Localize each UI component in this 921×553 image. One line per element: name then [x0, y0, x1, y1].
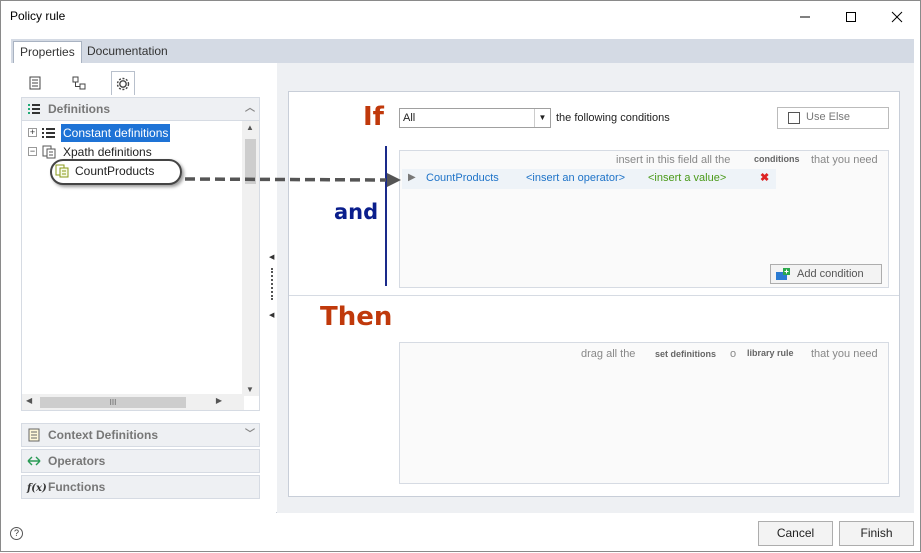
condition-value[interactable]: <insert a value> [648, 172, 726, 184]
close-button[interactable] [874, 1, 920, 32]
close-icon [891, 11, 903, 22]
scroll-thumb[interactable] [245, 139, 256, 184]
dialog-footer: ? Cancel Finish [1, 515, 920, 551]
collapse-tree-icon[interactable]: − [28, 147, 37, 156]
tree-label-constant: Constant definitions [61, 124, 171, 142]
scroll-left-icon[interactable]: ◀ [26, 396, 32, 405]
operators-header[interactable]: Operators [21, 449, 260, 473]
list-icon [28, 104, 40, 114]
highlight-ellipse [50, 159, 182, 185]
and-divider [385, 146, 387, 286]
scroll-grip: III [109, 398, 117, 407]
following-conditions-text: the following conditions [556, 112, 670, 124]
tree-horizontal-scrollbar[interactable]: ◀ III ▶ [22, 394, 244, 410]
document-view-button[interactable] [23, 71, 47, 95]
function-icon: f(x) [27, 483, 47, 494]
use-else-label: Use Else [806, 111, 851, 123]
match-select-value: All [403, 112, 416, 124]
title-bar: Policy rule [1, 1, 920, 33]
expand-section-icon[interactable]: ﹀ [245, 424, 255, 446]
maximize-icon [846, 11, 856, 22]
hscroll-thumb[interactable]: III [40, 397, 186, 408]
tab-properties[interactable]: Properties [13, 41, 82, 63]
definitions-panel: Definitions ︿ + Constant definitions − X… [11, 63, 273, 513]
condition-row[interactable]: ▶ CountProducts <insert an operator> <in… [402, 169, 776, 189]
then-hint-bold1: set definitions [655, 349, 717, 359]
rule-editor-panel: If All ▼ the following conditions Use El… [277, 63, 914, 513]
minimize-icon [800, 16, 810, 17]
collapse-icon[interactable]: ︿ [245, 98, 255, 120]
xpath-icon [42, 145, 56, 159]
window-title: Policy rule [10, 9, 66, 23]
context-icon [28, 428, 40, 442]
then-hint-mid: o [730, 348, 737, 360]
scroll-down-icon[interactable]: ▼ [246, 385, 254, 394]
tree-vertical-scrollbar[interactable]: ▲ ▼ [242, 121, 259, 396]
scroll-up-icon[interactable]: ▲ [246, 123, 254, 132]
context-title: Context Definitions [48, 428, 158, 442]
scroll-right-icon[interactable]: ▶ [216, 396, 222, 405]
functions-title: Functions [48, 480, 106, 494]
hierarchy-icon [72, 76, 86, 90]
help-icon[interactable]: ? [10, 527, 23, 540]
structure-view-button[interactable] [67, 71, 91, 95]
delete-condition-icon[interactable]: ✖ [760, 171, 769, 184]
operators-icon [27, 456, 41, 466]
definitions-tree: + Constant definitions − Xpath definitio… [21, 121, 260, 411]
then-keyword: Then [320, 302, 393, 332]
add-condition-icon [776, 268, 790, 280]
policy-rule-dialog: Policy rule Properties Documentation Def… [0, 0, 921, 552]
collapse-left-icon-2[interactable]: ◀ [269, 311, 274, 319]
dropdown-arrow-icon[interactable]: ▼ [534, 109, 550, 127]
actions-box[interactable]: drag all the set definitions o library r… [399, 342, 889, 484]
if-keyword: If [363, 102, 384, 132]
finish-label: Finish [860, 526, 893, 540]
list-icon [42, 128, 55, 138]
conditions-hint-post: that you need [811, 154, 878, 166]
condition-field[interactable]: CountProducts [426, 172, 499, 184]
conditions-box[interactable]: insert in this field all the conditions … [399, 150, 889, 288]
row-handle-icon[interactable]: ▶ [408, 172, 416, 183]
document-icon [29, 76, 41, 90]
use-else-checkbox[interactable]: Use Else [777, 107, 889, 129]
definitions-header[interactable]: Definitions ︿ [21, 97, 260, 121]
cancel-label: Cancel [776, 526, 815, 540]
checkbox-icon[interactable] [788, 112, 800, 124]
conditions-hint-pre: insert in this field all the [616, 154, 731, 166]
expand-icon[interactable]: + [28, 128, 37, 137]
maximize-button[interactable] [828, 1, 874, 32]
finish-button[interactable]: Finish [839, 521, 914, 546]
collapse-left-icon[interactable]: ◀ [269, 253, 274, 261]
then-hint-post: that you need [811, 348, 878, 360]
panel-splitter[interactable]: ◀ ◀ [266, 63, 276, 513]
rule-area: If All ▼ the following conditions Use El… [288, 91, 900, 497]
then-divider [289, 295, 899, 296]
help-glyph: ? [13, 528, 19, 538]
minimize-button[interactable] [782, 1, 828, 32]
conditions-hint-bold: conditions [754, 154, 800, 164]
and-keyword: and [334, 200, 379, 224]
tab-strip: Properties Documentation [11, 39, 914, 63]
definitions-title: Definitions [48, 102, 110, 116]
operators-title: Operators [48, 454, 106, 468]
match-select[interactable]: All ▼ [399, 108, 551, 128]
tab-documentation[interactable]: Documentation [81, 41, 174, 63]
then-hint-bold2: library rule [747, 348, 794, 358]
functions-header[interactable]: f(x) Functions [21, 475, 260, 499]
add-condition-button[interactable]: Add condition [770, 264, 882, 284]
then-hint-pre: drag all the [581, 348, 636, 360]
gear-icon [116, 77, 130, 90]
splitter-grip[interactable] [271, 268, 273, 300]
cancel-button[interactable]: Cancel [758, 521, 833, 546]
context-definitions-header[interactable]: Context Definitions ﹀ [21, 423, 260, 447]
settings-view-button[interactable] [111, 71, 135, 95]
condition-operator[interactable]: <insert an operator> [526, 172, 625, 184]
add-condition-label: Add condition [797, 268, 864, 280]
